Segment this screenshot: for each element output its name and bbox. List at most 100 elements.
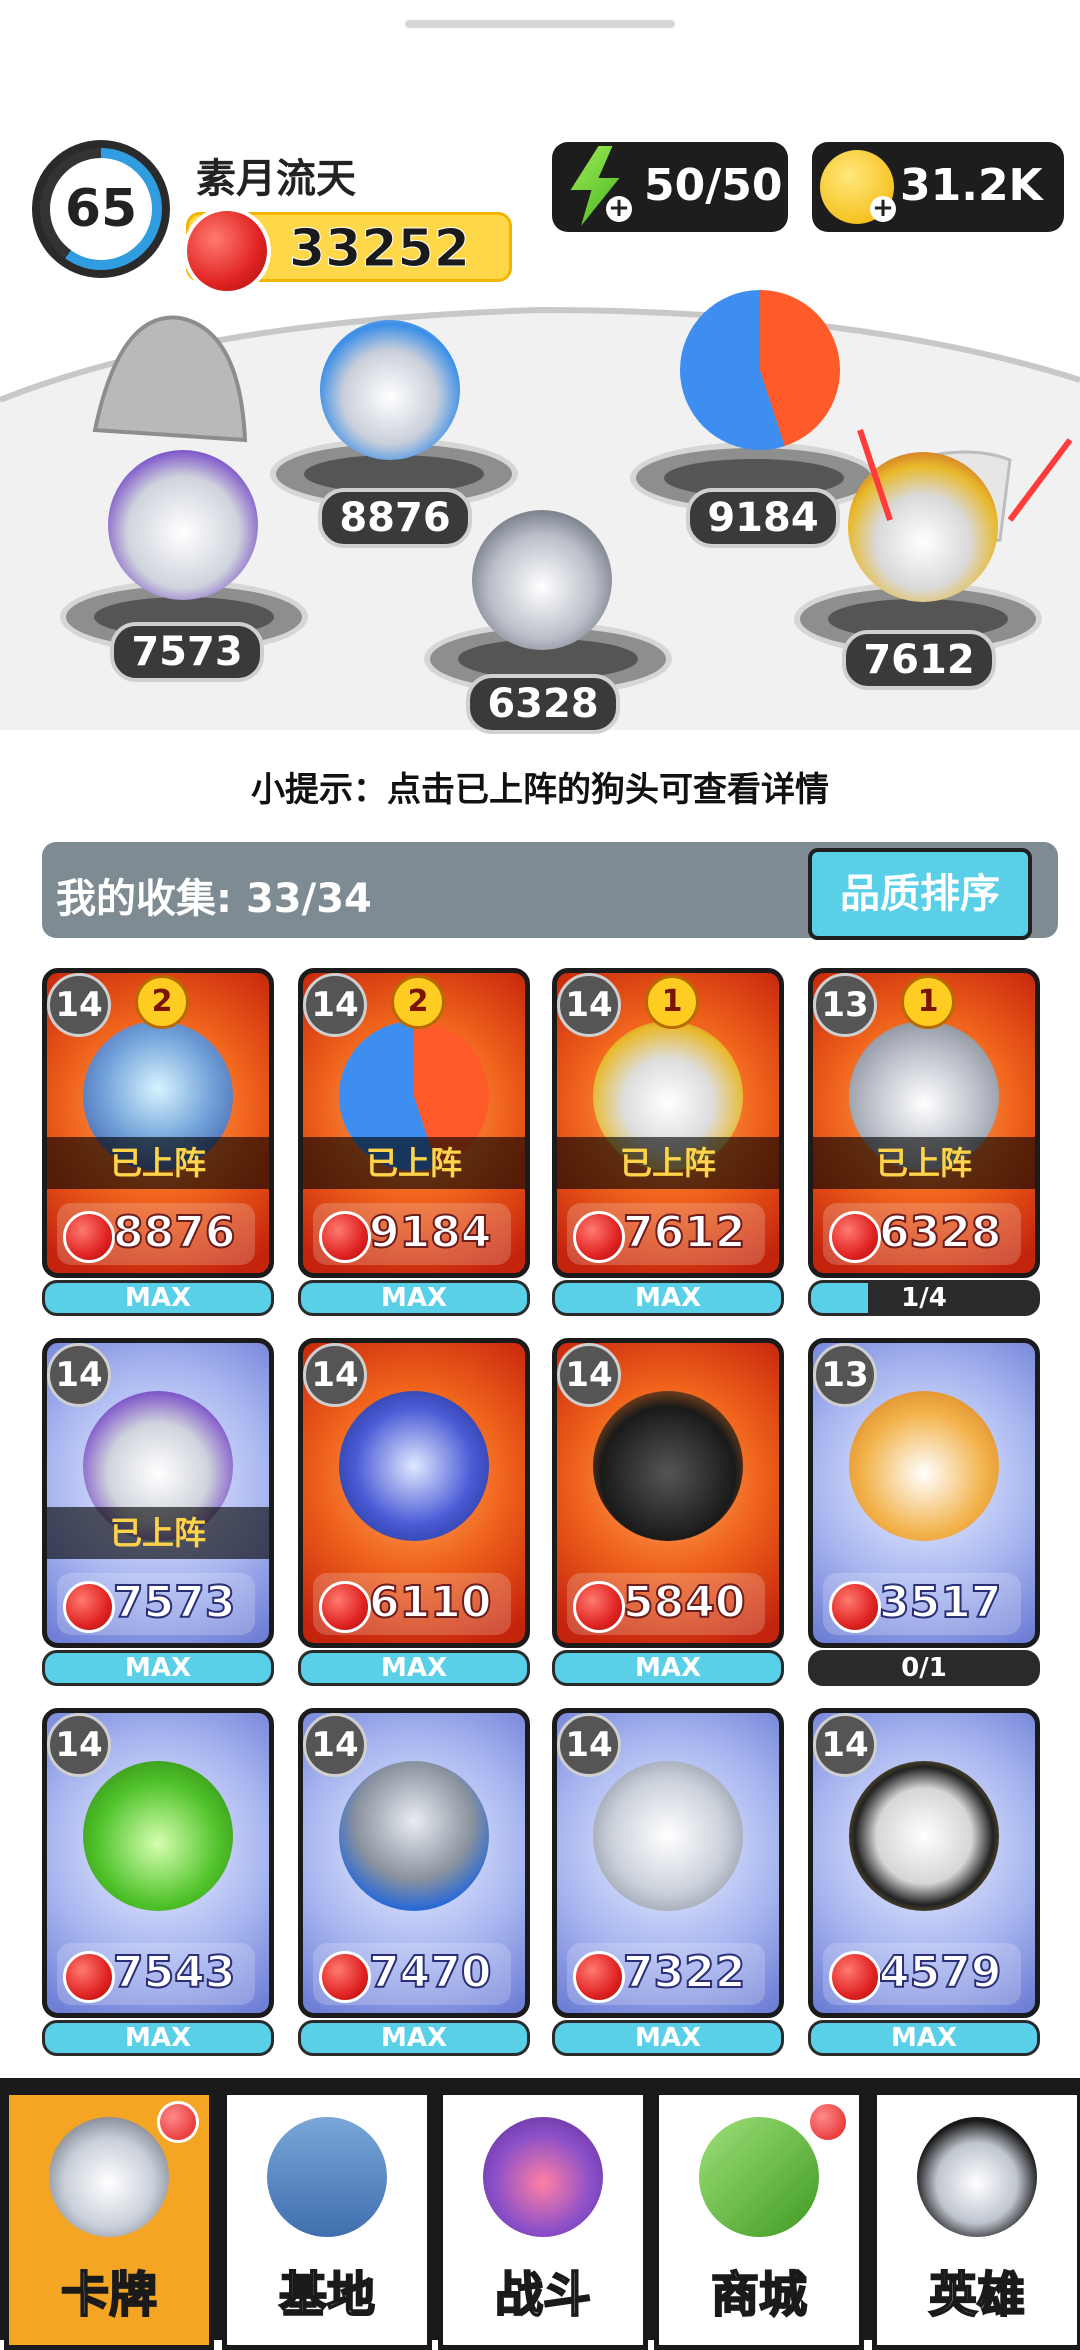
hero-dog-icon (917, 2117, 1037, 2237)
quality-sort-button[interactable]: 品质排序 (808, 848, 1032, 940)
card-level: 13 (813, 1343, 877, 1407)
card-power: 3517 (823, 1573, 1021, 1635)
dog-card[interactable]: 14 2 已上阵 9184 (298, 968, 530, 1278)
progress-text: MAX (124, 1653, 192, 1683)
drag-handle[interactable] (405, 20, 675, 28)
nav-tab[interactable]: 战斗 (438, 2090, 648, 2350)
notification-dot-icon (807, 2101, 849, 2143)
card-power: 8876 (57, 1203, 255, 1265)
card-power: 7322 (567, 1943, 765, 2005)
card-rank-badge: 1 (901, 975, 955, 1029)
dog-portrait-icon (339, 1761, 489, 1911)
card-power: 5840 (567, 1573, 765, 1635)
fist-icon (573, 1211, 625, 1263)
progress-text: MAX (380, 1653, 448, 1683)
card-upgrade-progress: MAX (298, 1650, 530, 1686)
arena-power-pill: 7573 (110, 622, 264, 682)
card-power: 9184 (313, 1203, 511, 1265)
nav-tab-label: 商城 (710, 2266, 808, 2324)
progress-text: 0/1 (901, 1653, 947, 1683)
arena-power-pill: 6328 (466, 674, 620, 734)
nav-tab-label: 战斗 (494, 2266, 592, 2324)
card-rank-badge: 2 (135, 975, 189, 1029)
card-upgrade-progress: MAX (42, 2020, 274, 2056)
card-power: 6328 (823, 1203, 1021, 1265)
dog-portrait-icon (593, 1391, 743, 1541)
nav-tab[interactable]: 英雄 (872, 2090, 1080, 2350)
card-level: 14 (557, 973, 621, 1037)
card-power: 7573 (57, 1573, 255, 1635)
player-level: 65 (50, 158, 152, 260)
card-power: 4579 (823, 1943, 1021, 2005)
dog-icon (49, 2117, 169, 2237)
dog-card[interactable]: 13 1 已上阵 6328 (808, 968, 1040, 1278)
deployed-label: 已上阵 (557, 1137, 779, 1189)
tip-text: 小提示：点击已上阵的狗头可查看详情 (251, 770, 829, 810)
card-power-value: 7612 (622, 1206, 746, 1259)
dog-card[interactable]: 14 7543 (42, 1708, 274, 2018)
fist-icon (319, 1951, 371, 2003)
card-rank-badge: 2 (391, 975, 445, 1029)
dog-card[interactable]: 14 已上阵 7573 (42, 1338, 274, 1648)
add-gold-icon[interactable]: + (870, 195, 896, 222)
paw-icon (483, 2117, 603, 2237)
card-power-value: 6110 (368, 1576, 492, 1629)
card-upgrade-progress: MAX (552, 1280, 784, 1316)
dog-portrait-icon (339, 1391, 489, 1541)
card-level: 14 (557, 1343, 621, 1407)
player-level-badge[interactable]: 65 (32, 140, 170, 278)
card-level: 14 (303, 1343, 367, 1407)
progress-text: MAX (890, 2023, 958, 2053)
dog-card[interactable]: 14 7322 (552, 1708, 784, 2018)
fist-icon (829, 1211, 881, 1263)
card-power-value: 5840 (622, 1576, 746, 1629)
wizard-dog-icon[interactable] (108, 450, 258, 600)
nav-tab[interactable]: 商城 (654, 2090, 864, 2350)
dog-card[interactable]: 13 3517 (808, 1338, 1040, 1648)
fist-icon (319, 1581, 371, 1633)
dog-portrait-icon (849, 1391, 999, 1541)
card-upgrade-progress: MAX (42, 1280, 274, 1316)
card-upgrade-progress: MAX (552, 1650, 784, 1686)
progress-text: MAX (380, 1283, 448, 1313)
nav-tab[interactable]: 基地 (222, 2090, 432, 2350)
castle-icon (267, 2117, 387, 2237)
fist-icon (573, 1951, 625, 2003)
card-upgrade-progress: MAX (42, 1650, 274, 1686)
fist-icon (319, 1211, 371, 1263)
gold-counter[interactable]: + 31.2K (812, 142, 1064, 232)
fist-icon (63, 1581, 115, 1633)
notification-dot-icon (157, 2101, 199, 2143)
fire-ice-dog-icon[interactable] (680, 290, 840, 450)
dog-card[interactable]: 14 4579 (808, 1708, 1040, 2018)
card-power: 7543 (57, 1943, 255, 2005)
gold-value: 31.2K (900, 160, 1043, 211)
card-power: 6110 (313, 1573, 511, 1635)
progress-text: MAX (380, 2023, 448, 2053)
ice-dog-icon[interactable] (320, 320, 460, 460)
card-level: 13 (813, 973, 877, 1037)
dog-card[interactable]: 14 2 已上阵 8876 (42, 968, 274, 1278)
deployed-label: 已上阵 (813, 1137, 1035, 1189)
add-energy-icon[interactable]: + (606, 195, 632, 222)
dog-card[interactable]: 14 7470 (298, 1708, 530, 2018)
fist-icon (63, 1951, 115, 2003)
player-name: 素月流天 (196, 156, 356, 202)
dog-card[interactable]: 14 6110 (298, 1338, 530, 1648)
progress-text: MAX (634, 1653, 702, 1683)
fist-icon (183, 207, 271, 295)
energy-counter[interactable]: + 50/50 (552, 142, 788, 232)
fist-icon (63, 1211, 115, 1263)
card-upgrade-progress: MAX (552, 2020, 784, 2056)
card-power: 7612 (567, 1203, 765, 1265)
money-icon (699, 2117, 819, 2237)
laser-swords-icon (857, 429, 1073, 522)
nav-tab[interactable]: 卡牌 (4, 2090, 214, 2350)
dog-portrait-icon (849, 1761, 999, 1911)
dog-card[interactable]: 14 5840 (552, 1338, 784, 1648)
fist-icon (829, 1581, 881, 1633)
headset-dog-icon[interactable] (472, 510, 612, 650)
card-level: 14 (557, 1713, 621, 1777)
collection-count: 33/34 (245, 876, 372, 922)
dog-card[interactable]: 14 1 已上阵 7612 (552, 968, 784, 1278)
